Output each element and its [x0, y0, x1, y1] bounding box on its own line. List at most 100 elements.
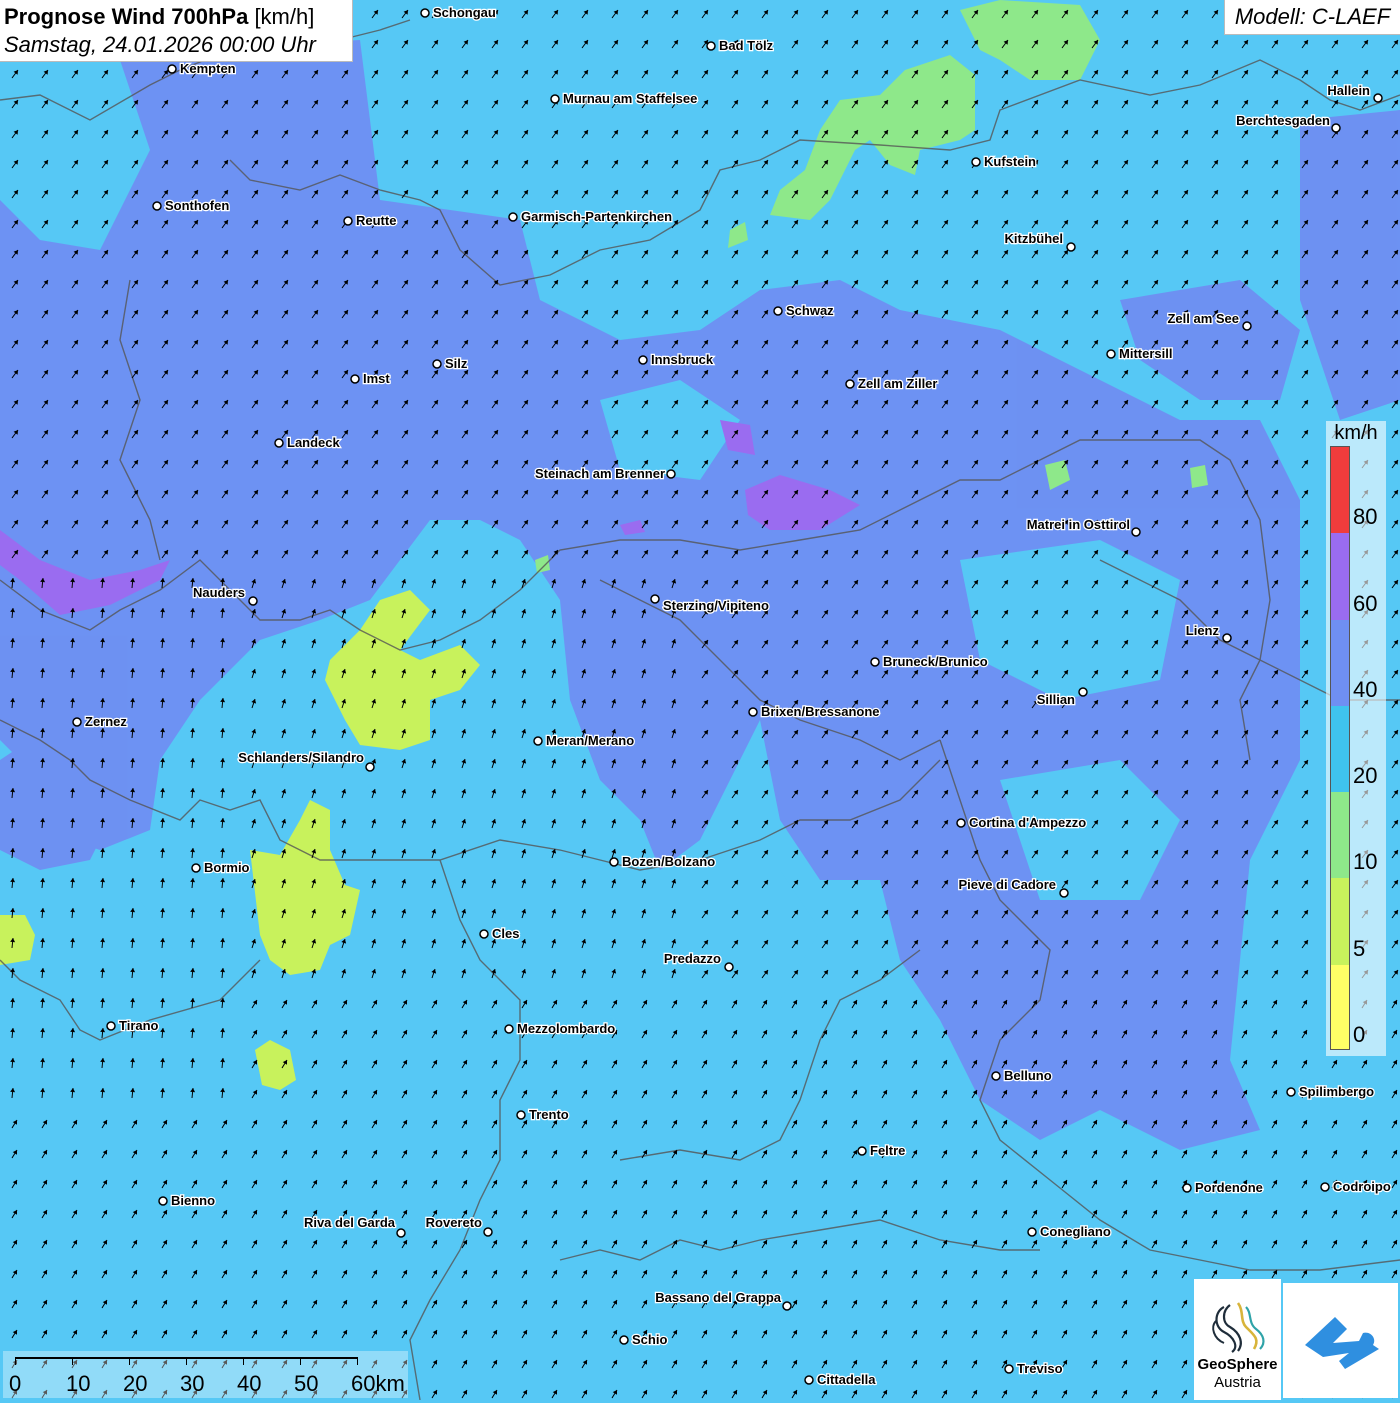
- city-marker: [971, 157, 981, 167]
- city-label: Sterzing/Vipiteno: [663, 598, 769, 613]
- legend-label: 5: [1353, 935, 1366, 961]
- city-marker: [650, 594, 660, 604]
- map-title: Prognose Wind 700hPa [km/h]: [4, 3, 352, 31]
- city-label: Zell am See: [1167, 311, 1239, 326]
- city-label: Innsbruck: [651, 352, 714, 367]
- city-label: Meran/Merano: [546, 733, 634, 748]
- city-marker: [1182, 1183, 1192, 1193]
- city-marker: [1373, 93, 1383, 103]
- city-label: Schwaz: [786, 303, 834, 318]
- city-marker: [365, 762, 375, 772]
- city-marker: [274, 438, 284, 448]
- city-marker: [1320, 1182, 1330, 1192]
- city-label: Schongau: [433, 5, 496, 20]
- city-marker: [1331, 123, 1341, 133]
- city-marker: [1078, 687, 1088, 697]
- city-label: Spilimbergo: [1299, 1084, 1374, 1099]
- city-marker: [483, 1227, 493, 1237]
- city-label: Nauders: [193, 585, 245, 600]
- scale-tick: [129, 1357, 130, 1365]
- city-marker: [350, 374, 360, 384]
- legend-unit: km/h: [1334, 422, 1378, 444]
- city-marker: [1242, 321, 1252, 331]
- scale-tick: [243, 1357, 244, 1365]
- legend-label: 60: [1353, 590, 1378, 616]
- city-label: Brixen/Bressanone: [761, 704, 880, 719]
- city-label: Zernez: [85, 714, 127, 729]
- city-label: Bassano del Grappa: [655, 1290, 781, 1305]
- city-marker: [706, 41, 716, 51]
- city-marker: [666, 469, 676, 479]
- scale-tick: [15, 1357, 16, 1365]
- legend-band: [1331, 619, 1349, 706]
- city-label: Berchtesgaden: [1236, 113, 1330, 128]
- city-label: Imst: [363, 371, 390, 386]
- scale-tick: [300, 1357, 301, 1365]
- city-label: Cittadella: [817, 1372, 876, 1387]
- city-label: Steinach am Brenner: [535, 466, 665, 481]
- city-marker: [167, 64, 177, 74]
- model-label: Modell: C-LAEF: [1224, 0, 1400, 35]
- city-marker: [1004, 1364, 1014, 1374]
- city-marker: [857, 1146, 867, 1156]
- city-label: Bienno: [171, 1193, 215, 1208]
- scale-tick: [357, 1357, 358, 1365]
- city-marker: [550, 94, 560, 104]
- city-label: Tirano: [119, 1018, 159, 1033]
- legend-band: [1331, 447, 1349, 534]
- city-label: Belluno: [1004, 1068, 1052, 1083]
- legend-label: 40: [1353, 676, 1378, 702]
- city-marker: [508, 212, 518, 222]
- scale-tick: [72, 1357, 73, 1365]
- city-marker: [1059, 888, 1069, 898]
- city-label: Kufstein: [984, 154, 1036, 169]
- city-label: Murnau am Staffelsee: [563, 91, 697, 106]
- city-marker: [845, 379, 855, 389]
- legend-band: [1331, 964, 1349, 1049]
- scale-label: 60km: [351, 1371, 405, 1396]
- city-label: Predazzo: [664, 951, 721, 966]
- scale-label: 10: [66, 1371, 91, 1396]
- city-marker: [804, 1375, 814, 1385]
- city-marker: [106, 1021, 116, 1031]
- city-marker: [1106, 349, 1116, 359]
- geosphere-logo: GeoSphere Austria: [1194, 1279, 1281, 1400]
- city-label: Mittersill: [1119, 346, 1172, 361]
- city-label: Cles: [492, 926, 519, 941]
- city-marker: [152, 201, 162, 211]
- forecast-time: Samstag, 24.01.2026 00:00 Uhr: [4, 32, 316, 57]
- city-marker: [773, 306, 783, 316]
- city-label: Schlanders/Silandro: [238, 750, 364, 765]
- city-marker: [343, 216, 353, 226]
- city-label: Zell am Ziller: [858, 376, 937, 391]
- city-marker: [504, 1024, 514, 1034]
- city-marker: [432, 359, 442, 369]
- geosphere-logo-line1: GeoSphere: [1197, 1356, 1278, 1373]
- city-label: Silz: [445, 356, 468, 371]
- city-marker: [1027, 1227, 1037, 1237]
- city-marker: [72, 717, 82, 727]
- city-label: Hallein: [1327, 83, 1370, 98]
- city-marker: [956, 818, 966, 828]
- city-label: Mezzolombardo: [517, 1021, 615, 1036]
- scale-label: 40: [237, 1371, 262, 1396]
- city-marker: [396, 1228, 406, 1238]
- legend-label: 20: [1353, 763, 1378, 789]
- scale-label: 20: [123, 1371, 148, 1396]
- city-label: Garmisch-Partenkirchen: [521, 209, 672, 224]
- city-label: Kempten: [180, 61, 236, 76]
- city-marker: [782, 1301, 792, 1311]
- city-label: Riva del Garda: [304, 1215, 396, 1230]
- legend-band: [1331, 533, 1349, 620]
- geosphere-logo-line2: Austria: [1214, 1374, 1261, 1391]
- city-marker: [479, 929, 489, 939]
- scale-bar: 0 10 20 30 40 50 60km: [3, 1351, 408, 1398]
- city-label: Schio: [632, 1332, 667, 1347]
- legend-label: 80: [1353, 504, 1378, 530]
- legend-color-bar: [1330, 446, 1350, 1050]
- city-label: Feltre: [870, 1143, 905, 1158]
- scale-label: 30: [180, 1371, 205, 1396]
- cloud-arrow-icon: [1305, 1317, 1379, 1369]
- city-label: Pordenone: [1195, 1180, 1263, 1195]
- city-label: Kitzbühel: [1005, 231, 1064, 246]
